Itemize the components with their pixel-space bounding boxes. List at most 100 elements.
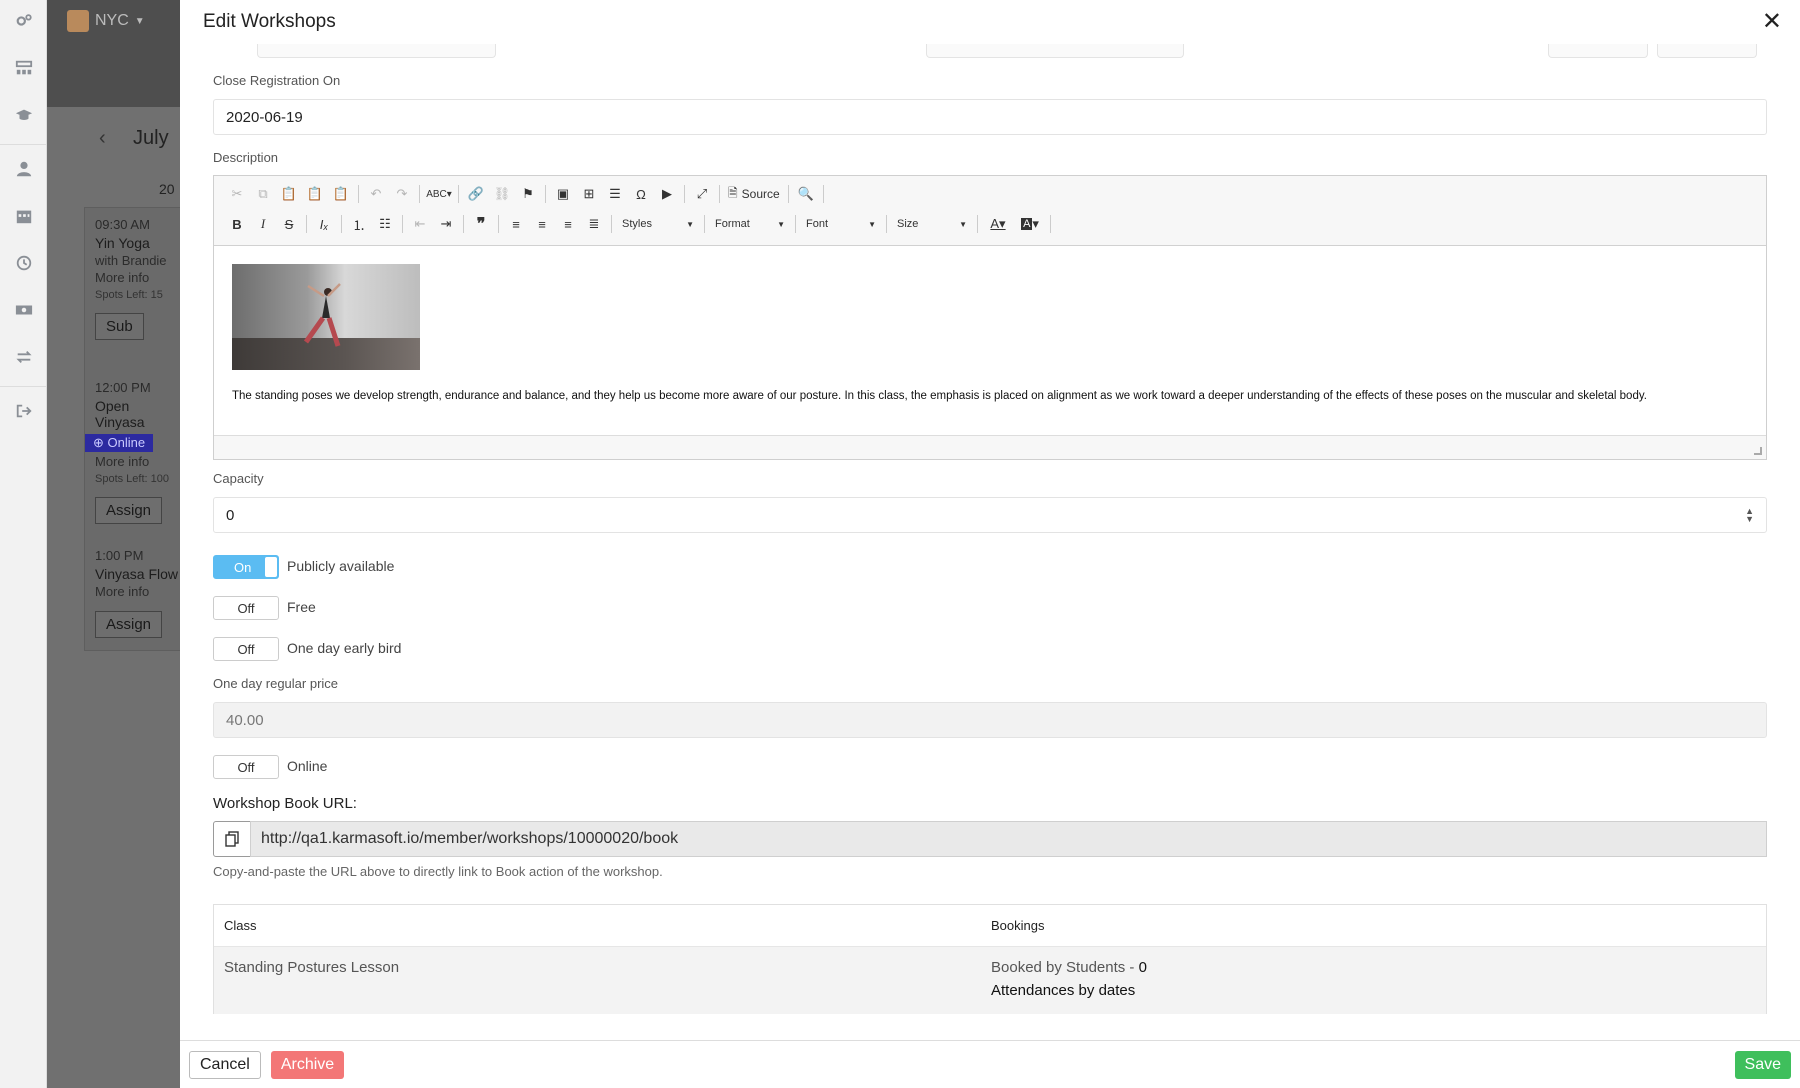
remove-format-icon[interactable]: Iₓ <box>311 212 337 236</box>
nav-history[interactable] <box>0 242 47 289</box>
book-url-value: http://qa1.karmasoft.io/member/workshops… <box>261 830 679 847</box>
caret-down-icon: ▼ <box>777 219 785 229</box>
regular-price-input[interactable]: 40.00 <box>213 702 1767 738</box>
free-toggle-label: Free <box>287 599 316 615</box>
toolbar-separator <box>1050 215 1051 233</box>
modal-footer: Cancel Archive Save <box>180 1040 1800 1088</box>
yoga-pose-image <box>232 264 420 370</box>
copy-url-button[interactable] <box>213 821 251 857</box>
public-toggle-state: On <box>234 559 252 575</box>
toolbar-separator <box>611 215 612 233</box>
nav-rail <box>0 0 47 1088</box>
size-dropdown[interactable]: Size ▼ <box>891 213 973 235</box>
strikethrough-icon[interactable]: S <box>276 212 302 236</box>
nav-calendar[interactable] <box>0 195 47 242</box>
paste-word-icon[interactable]: 📋 <box>328 182 354 206</box>
background-color-icon[interactable]: A ▾ <box>1014 212 1046 236</box>
styles-dropdown[interactable]: Styles ▼ <box>616 213 700 235</box>
event-spots: Spots Left: 100 <box>95 473 169 485</box>
booked-label: Booked by Students - <box>991 959 1139 976</box>
format-dropdown[interactable]: Format ▼ <box>709 213 791 235</box>
graduation-cap-icon <box>15 106 33 129</box>
nav-logout[interactable] <box>0 390 47 437</box>
italic-icon[interactable]: I <box>250 212 276 236</box>
resize-grip-icon[interactable] <box>1754 447 1762 455</box>
caret-down-icon: ▼ <box>686 219 694 229</box>
modal-title: Edit Workshops <box>203 11 336 32</box>
online-toggle-label: Online <box>287 758 328 774</box>
bold-icon[interactable]: B <box>224 212 250 236</box>
paste-icon[interactable]: 📋 <box>276 182 302 206</box>
youtube-icon[interactable]: ▶ <box>654 182 680 206</box>
blockquote-icon[interactable]: ❞ <box>468 212 494 236</box>
outdent-icon[interactable]: ⇤ <box>407 212 433 236</box>
table-icon[interactable]: ⊞ <box>576 182 602 206</box>
description-editor[interactable]: ✂ ⧉ 📋 📋 📋 ↶ ↷ ABC▾ 🔗 ⛓ ⚑ ▣ ⊞ ☰ Ω ▶ ⤢ 🗎 S… <box>213 175 1767 460</box>
undo-icon[interactable]: ↶ <box>363 182 389 206</box>
event-card: 12:00 PM Open Vinyasa ⊕ Online More info… <box>85 380 180 524</box>
numbered-list-icon[interactable]: ⒈ <box>346 212 372 236</box>
cancel-button[interactable]: Cancel <box>189 1050 261 1079</box>
nav-settings[interactable] <box>0 0 47 47</box>
capacity-label: Capacity <box>213 471 264 486</box>
background-schedule: NYC ▼ ‹ July 20 09:30 AM Yin Yoga with B… <box>47 0 180 1088</box>
align-center-icon[interactable]: ≡ <box>529 212 555 236</box>
link-icon[interactable]: 🔗 <box>463 182 489 206</box>
yoga-figure-icon <box>303 283 341 347</box>
editor-content[interactable]: The standing poses we develop strength, … <box>214 246 1766 436</box>
online-toggle[interactable]: Off <box>213 755 279 779</box>
source-button[interactable]: 🗎 Source <box>724 182 784 206</box>
user-icon <box>15 160 33 183</box>
special-char-icon[interactable]: Ω <box>628 182 654 206</box>
nav-classes[interactable] <box>0 94 47 141</box>
font-dropdown[interactable]: Font ▼ <box>800 213 882 235</box>
indent-icon[interactable]: ⇥ <box>433 212 459 236</box>
rail-divider <box>0 386 46 387</box>
save-button[interactable]: Save <box>1734 1050 1791 1079</box>
capacity-input[interactable]: 0 ▲ ▼ <box>213 497 1767 533</box>
align-right-icon[interactable]: ≡ <box>555 212 581 236</box>
regular-price-label: One day regular price <box>213 676 339 691</box>
cut-icon[interactable]: ✂ <box>224 182 250 206</box>
nav-dashboard[interactable] <box>0 47 47 94</box>
nav-members[interactable] <box>0 148 47 195</box>
book-url-help: Copy-and-paste the URL above to directly… <box>213 864 663 879</box>
anchor-flag-icon[interactable]: ⚑ <box>515 182 541 206</box>
header-bookings: Bookings <box>991 918 1045 933</box>
bg-header: NYC ▼ <box>47 0 180 107</box>
archive-button[interactable]: Archive <box>270 1050 345 1079</box>
unlink-icon[interactable]: ⛓ <box>489 182 515 206</box>
nav-transfers[interactable] <box>0 336 47 383</box>
toolbar-separator <box>498 215 499 233</box>
align-justify-icon[interactable]: ≣ <box>581 212 607 236</box>
bookings-table: Class Bookings Standing Postures Lesson … <box>213 904 1767 1014</box>
nav-payments[interactable] <box>0 289 47 336</box>
bulleted-list-icon[interactable]: ☷ <box>372 212 398 236</box>
horizontal-line-icon[interactable]: ☰ <box>602 182 628 206</box>
booked-count: 0 <box>1138 959 1147 976</box>
event-more-info: More info <box>95 584 150 599</box>
toolbar-row-2: B I S Iₓ ⒈ ☷ ⇤ ⇥ ❞ ≡ ≡ ≡ ≣ Styles ▼ Form… <box>224 212 1055 236</box>
maximize-icon[interactable]: ⤢ <box>689 182 715 206</box>
attendances-link[interactable]: Attendances by dates <box>991 982 1147 999</box>
event-time: 09:30 AM <box>95 217 150 232</box>
exchange-icon <box>15 348 33 371</box>
image-icon[interactable]: ▣ <box>550 182 576 206</box>
text-color-icon[interactable]: A▾ <box>982 212 1014 236</box>
spinner-icon[interactable]: ▲ ▼ <box>1745 507 1754 524</box>
close-registration-input[interactable]: 2020-06-19 <box>213 99 1767 135</box>
free-toggle[interactable]: Off <box>213 596 279 620</box>
public-toggle[interactable]: On <box>213 555 279 579</box>
copy-icon[interactable]: ⧉ <box>250 182 276 206</box>
align-left-icon[interactable]: ≡ <box>503 212 529 236</box>
caret-down-icon: ▼ <box>868 219 876 229</box>
preview-icon[interactable]: 🔍 <box>793 182 819 206</box>
early-bird-toggle[interactable]: Off <box>213 637 279 661</box>
redo-icon[interactable]: ↷ <box>389 182 415 206</box>
close-icon[interactable]: ✕ <box>1762 10 1782 34</box>
event-action-button: Assign <box>95 497 163 524</box>
modal-body[interactable]: Close Registration On 2020-06-19 Descrip… <box>199 44 1773 1026</box>
paste-text-icon[interactable]: 📋 <box>302 182 328 206</box>
spellcheck-icon[interactable]: ABC▾ <box>424 182 454 206</box>
book-url-input[interactable]: http://qa1.karmasoft.io/member/workshops… <box>250 821 1767 857</box>
